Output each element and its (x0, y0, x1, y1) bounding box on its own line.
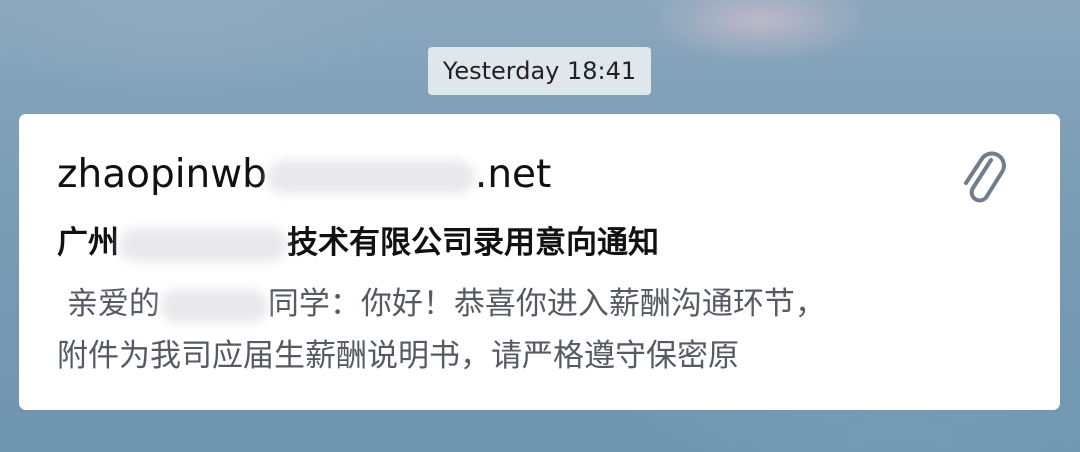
sender-prefix: zhaopinwb (57, 152, 267, 197)
preview-line1-prefix: 亲爱的 (57, 286, 160, 322)
email-subject: 广州 技术有限公司录用意向通知 (57, 218, 659, 268)
sender-suffix: .net (474, 152, 552, 197)
subject-suffix: 技术有限公司录用意向通知 (287, 225, 659, 261)
preview-line1-suffix: 同学：你好！恭喜你进入薪酬沟通环节， (267, 286, 826, 322)
redacted-company-name (119, 227, 287, 262)
message-timestamp: Yesterday 18:41 (428, 47, 651, 95)
email-notification-card[interactable]: zhaopinwb .net 广州 技术有限公司录用意向通知 亲爱的 同学：你好！恭喜… (19, 114, 1060, 410)
preview-line-2: 附件为我司应届生薪酬说明书，请严格遵守保密原 (57, 338, 739, 374)
preview-line-1: 亲爱的 同学：你好！恭喜你进入薪酬沟通环节， (57, 278, 1037, 330)
redacted-sender-domain (266, 159, 475, 194)
email-preview: 亲爱的 同学：你好！恭喜你进入薪酬沟通环节， 附件为我司应届生薪酬说明书，请严格遵… (57, 278, 1037, 382)
sender-address: zhaopinwb .net (57, 150, 551, 200)
redacted-recipient-name (159, 288, 268, 323)
subject-prefix: 广州 (57, 225, 119, 261)
paperclip-icon (964, 151, 1006, 203)
